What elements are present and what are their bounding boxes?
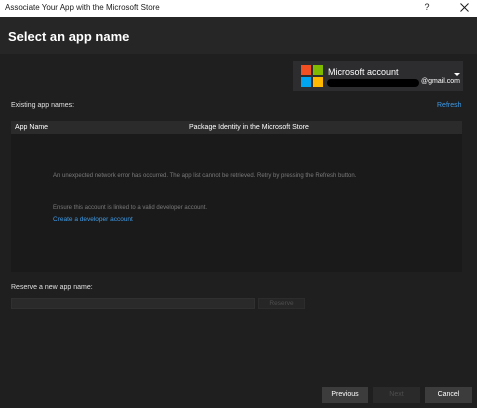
chevron-down-icon[interactable] — [454, 73, 460, 76]
cancel-button[interactable]: Cancel — [425, 387, 472, 403]
title-bar: Associate Your App with the Microsoft St… — [0, 0, 477, 17]
close-button[interactable] — [455, 1, 473, 16]
reserve-button[interactable]: Reserve — [258, 298, 305, 309]
column-header-package-identity[interactable]: Package Identity in the Microsoft Store — [189, 124, 309, 131]
network-error-message: An unexpected network error has occurred… — [53, 173, 357, 179]
help-button[interactable]: ? — [420, 2, 434, 12]
next-button[interactable]: Next — [373, 387, 420, 403]
main-panel: Microsoft account @gmail.com Existing ap… — [0, 54, 477, 381]
refresh-link[interactable]: Refresh — [437, 102, 462, 109]
reserve-app-name-label: Reserve a new app name: — [11, 284, 93, 291]
create-developer-account-link[interactable]: Create a developer account — [53, 216, 133, 223]
account-title: Microsoft account — [328, 67, 399, 77]
footer-bar: Previous Next Cancel — [0, 381, 477, 408]
existing-app-names-label: Existing app names: — [11, 102, 75, 109]
ensure-account-message: Ensure this account is linked to a valid… — [53, 205, 208, 211]
app-names-table: App Name Package Identity in the Microso… — [11, 121, 462, 272]
table-header: App Name Package Identity in the Microso… — [11, 121, 462, 134]
microsoft-logo-icon — [301, 65, 323, 87]
page-title: Select an app name — [8, 29, 130, 44]
account-email-suffix: @gmail.com — [421, 78, 461, 85]
reserve-name-input[interactable] — [11, 298, 255, 309]
account-selector[interactable]: Microsoft account @gmail.com — [293, 61, 463, 91]
close-icon — [459, 3, 469, 12]
previous-button[interactable]: Previous — [322, 387, 368, 403]
page-header: Select an app name — [0, 17, 477, 54]
window-title: Associate Your App with the Microsoft St… — [5, 3, 160, 12]
column-header-app-name[interactable]: App Name — [15, 124, 48, 131]
redacted-email — [327, 79, 419, 87]
